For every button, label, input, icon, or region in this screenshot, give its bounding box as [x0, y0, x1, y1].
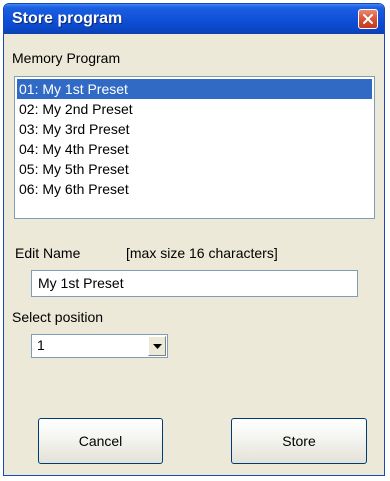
edit-name-hint: [max size 16 characters]: [126, 245, 278, 261]
position-select[interactable]: 1: [31, 334, 168, 358]
memory-program-label: Memory Program: [12, 50, 121, 66]
window-title: Store program: [12, 10, 123, 27]
chevron-down-icon: [153, 344, 162, 349]
store-button[interactable]: Store: [231, 418, 367, 464]
list-item[interactable]: 06: My 6th Preset: [17, 179, 372, 199]
name-input[interactable]: My 1st Preset: [31, 270, 358, 297]
select-position-label: Select position: [12, 309, 104, 325]
store-program-dialog: Store program Memory Program 01: My 1st …: [3, 3, 385, 476]
edit-name-label: Edit Name: [15, 245, 81, 261]
list-item[interactable]: 05: My 5th Preset: [17, 159, 372, 179]
close-icon: [363, 14, 373, 24]
list-item[interactable]: 03: My 3rd Preset: [17, 119, 372, 139]
list-item[interactable]: 04: My 4th Preset: [17, 139, 372, 159]
memory-program-list[interactable]: 01: My 1st Preset 02: My 2nd Preset 03: …: [14, 76, 375, 219]
list-item[interactable]: 01: My 1st Preset: [17, 79, 372, 99]
title-bar[interactable]: Store program: [4, 4, 384, 34]
position-dropdown-button[interactable]: [148, 336, 166, 356]
position-select-value: 1: [37, 337, 45, 353]
close-button[interactable]: [358, 9, 378, 29]
cancel-button[interactable]: Cancel: [38, 418, 163, 464]
list-item[interactable]: 02: My 2nd Preset: [17, 99, 372, 119]
